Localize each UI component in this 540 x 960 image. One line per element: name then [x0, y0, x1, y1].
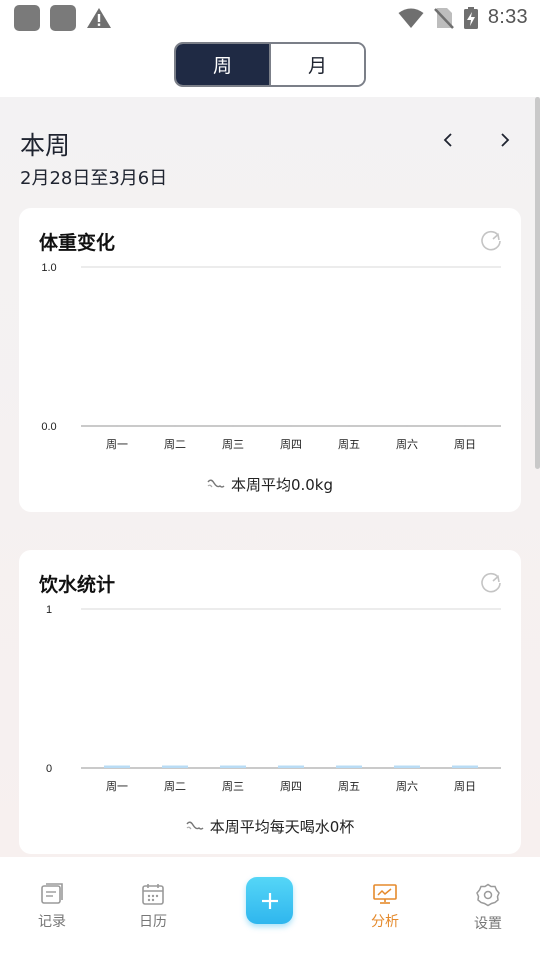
trend-wave-icon — [186, 821, 204, 830]
nav-item-analysis[interactable]: 分析 — [350, 883, 420, 931]
y-tick-label: 0.0 — [41, 421, 56, 433]
settings-icon — [476, 883, 500, 907]
x-tick-label: 周三 — [222, 780, 244, 793]
bar — [336, 765, 362, 768]
x-tick-label: 周四 — [280, 438, 302, 451]
y-tick-label: 0 — [46, 763, 52, 775]
x-tick-label: 周三 — [222, 438, 244, 451]
notebook-icon — [41, 883, 63, 904]
water-average-row: 本周平均每天喝水0杯 — [19, 816, 521, 837]
x-tick-label: 周六 — [396, 438, 418, 451]
water-average-text: 本周平均每天喝水0杯 — [209, 818, 355, 836]
x-tick-label: 周一 — [106, 438, 128, 451]
nav-item-record[interactable]: 记录 — [17, 883, 87, 931]
x-tick-label: 周日 — [454, 780, 476, 793]
bar — [394, 765, 420, 768]
water-card: 饮水统计 0 1 周一 周二 周三 周四 周五 周六 周日 本周平均每天喝水0杯 — [19, 550, 521, 854]
nav-item-calendar[interactable]: 日历 — [118, 883, 188, 931]
bar — [104, 765, 130, 768]
weight-card: 体重变化 0.0 1.0 周一 周二 周三 周四 周五 周六 周日 本周平均0.0kg — [19, 208, 521, 512]
x-tick-label: 周日 — [454, 438, 476, 451]
weight-average-text: 本周平均0.0kg — [230, 476, 334, 494]
prev-period-button[interactable] — [434, 126, 462, 154]
calendar-icon — [142, 884, 164, 905]
bar — [278, 765, 304, 768]
warning-icon — [87, 8, 111, 28]
bar — [162, 765, 188, 768]
add-button[interactable] — [246, 877, 293, 924]
x-tick-label: 周六 — [396, 780, 418, 793]
data-point — [117, 426, 118, 427]
weight-average-row: 本周平均0.0kg — [19, 474, 521, 495]
weight-chart: 0.0 1.0 周一 周二 周三 周四 周五 周六 周日 — [41, 262, 501, 451]
water-chart: 0 1 周一 周二 周三 周四 周五 周六 周日 — [46, 604, 501, 793]
data-point — [349, 426, 350, 427]
status-bar: 8:33 — [0, 0, 540, 36]
y-tick-label: 1.0 — [41, 262, 56, 274]
data-point — [407, 426, 408, 427]
x-tick-label: 周二 — [164, 780, 186, 793]
bar — [452, 765, 478, 768]
tab-month[interactable]: 月 — [269, 44, 364, 85]
data-point — [465, 426, 466, 427]
bottom-navigation: 记录 日历 分析 设置 — [0, 857, 540, 960]
status-time: 8:33 — [487, 6, 528, 28]
bar — [220, 765, 246, 768]
data-point — [233, 426, 234, 427]
x-tick-label: 周五 — [338, 438, 360, 451]
plus-icon — [261, 892, 278, 909]
scrollbar[interactable] — [535, 97, 540, 469]
chevron-right-icon — [501, 133, 510, 147]
trend-wave-icon — [207, 479, 225, 488]
no-sim-icon — [433, 7, 454, 29]
wifi-icon — [398, 8, 424, 28]
period-title: 本周 — [20, 131, 71, 160]
nav-label-record: 记录 — [38, 914, 66, 930]
app-icon — [50, 5, 76, 31]
x-tick-label: 周五 — [338, 780, 360, 793]
tab-week[interactable]: 周 — [176, 44, 269, 85]
x-tick-label: 周四 — [280, 780, 302, 793]
nav-label-analysis: 分析 — [371, 914, 399, 930]
nav-label-calendar: 日历 — [139, 914, 167, 930]
period-range: 2月28日至3月6日 — [20, 168, 168, 189]
y-tick-label: 1 — [46, 604, 52, 616]
x-tick-label: 周一 — [106, 780, 128, 793]
period-toggle: 周 月 — [174, 42, 366, 87]
chevron-left-icon — [443, 133, 452, 147]
nav-item-settings[interactable]: 设置 — [453, 883, 523, 933]
presentation-chart-icon — [373, 884, 397, 904]
x-tick-label: 周二 — [164, 438, 186, 451]
battery-charging-icon — [463, 6, 478, 29]
next-period-button[interactable] — [491, 126, 519, 154]
nav-label-settings: 设置 — [474, 916, 502, 932]
data-point — [291, 426, 292, 427]
app-icon — [14, 5, 40, 31]
data-point — [175, 426, 176, 427]
